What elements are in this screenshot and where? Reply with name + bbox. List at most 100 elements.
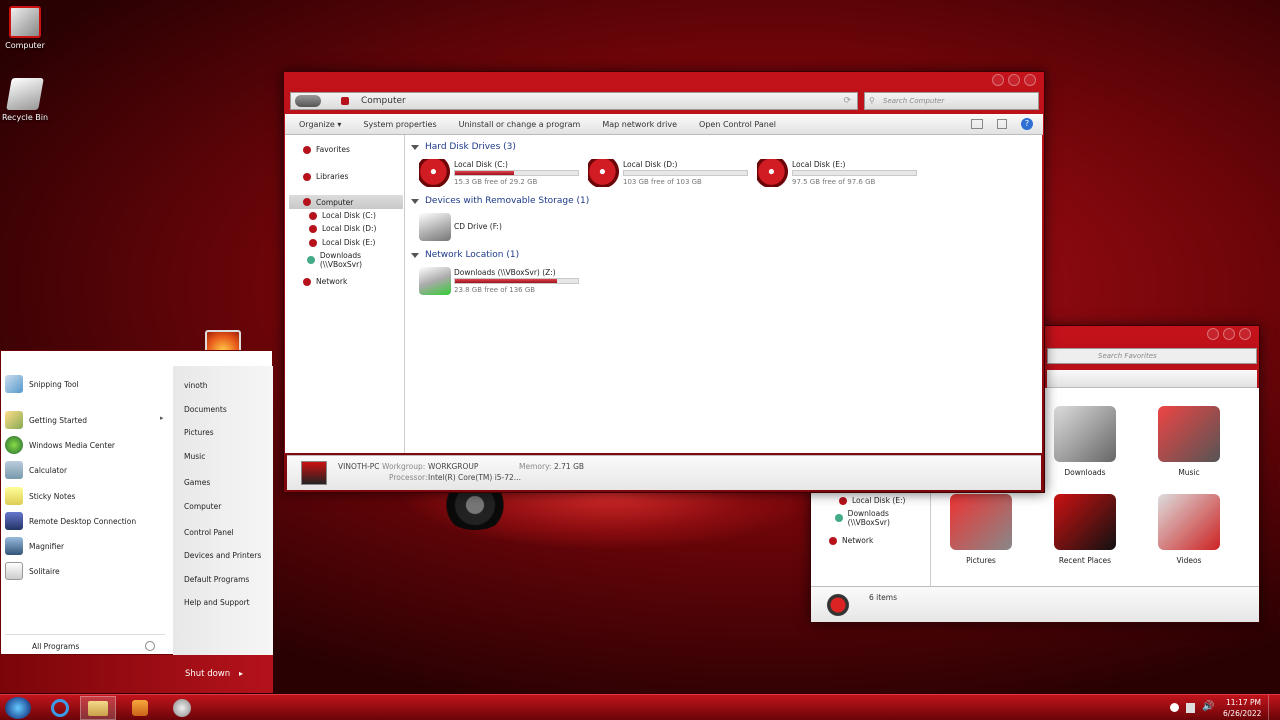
drive-cd-f[interactable]: CD Drive (F:)	[419, 213, 584, 243]
show-desktop-button[interactable]	[1268, 695, 1280, 720]
start-link-default-programs[interactable]: Default Programs	[184, 575, 249, 584]
minimize-button[interactable]	[992, 74, 1004, 86]
close-button[interactable]	[1024, 74, 1036, 86]
processor-value: Intel(R) Core(TM) i5-72...	[428, 473, 521, 482]
tile-music[interactable]: Music	[1149, 406, 1229, 477]
nav-computer[interactable]: Computer	[289, 195, 403, 209]
tray-volume-icon[interactable]: 🔊	[1202, 701, 1214, 712]
group-label: Devices with Removable Storage (1)	[425, 196, 590, 206]
tile-pictures[interactable]: Pictures	[941, 494, 1021, 565]
start-item-label: Windows Media Center	[29, 440, 116, 450]
all-programs-button[interactable]: All Programs	[32, 642, 79, 651]
tile-downloads[interactable]: Downloads	[1045, 406, 1125, 477]
desktop-recycle-bin-icon[interactable]: Recycle Bin	[0, 78, 50, 122]
nav-network[interactable]: Network	[303, 277, 347, 286]
memory-label: Memory:	[519, 462, 552, 471]
tray-flag-icon[interactable]	[1186, 703, 1195, 713]
group-hard-disk-drives[interactable]: Hard Disk Drives (3)	[411, 142, 516, 152]
start-link-control-panel[interactable]: Control Panel	[184, 528, 234, 537]
start-link-devices-printers[interactable]: Devices and Printers	[184, 551, 261, 560]
maximize-button[interactable]	[1223, 328, 1235, 340]
nav-downloads[interactable]: Downloads (\\VBoxSvr)	[307, 251, 404, 269]
back-button[interactable]	[295, 95, 321, 107]
start-link-games[interactable]: Games	[184, 478, 210, 487]
favorites-window-controls	[1207, 328, 1251, 340]
shutdown-arrow-icon[interactable]: ▸	[239, 669, 243, 678]
nav-local-disk-e[interactable]: Local Disk (E:)	[309, 238, 375, 247]
start-button[interactable]	[0, 696, 36, 720]
nav-label: Local Disk (D:)	[322, 224, 377, 233]
cd-drive-icon	[419, 213, 451, 241]
start-link-user[interactable]: vinoth	[184, 381, 208, 390]
drive-name: Local Disk (C:)	[454, 160, 508, 169]
clock-time[interactable]: 11:17 PM	[1226, 698, 1261, 707]
drive-e[interactable]: Local Disk (E:) 97.5 GB free of 97.6 GB	[757, 159, 922, 189]
tile-videos[interactable]: Videos	[1149, 494, 1229, 565]
view-options-icon[interactable]	[971, 119, 983, 129]
tile-label: Music	[1178, 468, 1200, 477]
taskbar-media-player-button[interactable]	[122, 696, 158, 720]
preview-pane-icon[interactable]	[997, 119, 1007, 129]
desktop-computer-icon[interactable]: Computer	[0, 6, 50, 50]
start-item-magnifier[interactable]: Magnifier	[5, 537, 64, 555]
command-bar: Organize ▾ System properties Uninstall o…	[285, 114, 1043, 135]
nav-libraries[interactable]: Libraries	[303, 172, 348, 181]
uninstall-program-button[interactable]: Uninstall or change a program	[459, 120, 581, 129]
close-button[interactable]	[1239, 328, 1251, 340]
group-removable-storage[interactable]: Devices with Removable Storage (1)	[411, 196, 589, 206]
drive-free-space: 15.3 GB free of 29.2 GB	[454, 178, 538, 186]
taskbar-tool-button[interactable]	[164, 696, 200, 720]
group-network-location[interactable]: Network Location (1)	[411, 250, 519, 260]
taskbar-ie-button[interactable]	[42, 696, 78, 720]
start-item-getting-started[interactable]: Getting Started	[5, 411, 87, 429]
nav-local-disk-d[interactable]: Local Disk (D:)	[309, 224, 376, 233]
taskbar-explorer-button[interactable]	[80, 696, 116, 720]
start-link-pictures[interactable]: Pictures	[184, 428, 214, 437]
refresh-icon[interactable]: ⟳	[843, 96, 851, 106]
tile-recent-places[interactable]: Recent Places	[1045, 494, 1125, 565]
pc-name: VINOTH-PC	[338, 462, 380, 471]
start-item-calculator[interactable]: Calculator	[5, 461, 67, 479]
shutdown-button[interactable]: Shut down	[185, 669, 230, 679]
maximize-button[interactable]	[1008, 74, 1020, 86]
map-network-drive-button[interactable]: Map network drive	[602, 120, 677, 129]
favorites-search-input[interactable]: Search Favorites	[1098, 352, 1157, 360]
start-link-documents[interactable]: Documents	[184, 405, 227, 414]
drive-d[interactable]: Local Disk (D:) 103 GB free of 103 GB	[588, 159, 753, 189]
workgroup-label: Workgroup:	[382, 462, 426, 471]
start-link-help-support[interactable]: Help and Support	[184, 598, 250, 607]
start-item-sticky-notes[interactable]: Sticky Notes	[5, 487, 75, 505]
help-icon[interactable]: ?	[1021, 118, 1033, 130]
nav-local-disk-c[interactable]: Local Disk (C:)	[309, 211, 376, 220]
start-item-snipping-tool[interactable]: Snipping Tool	[5, 375, 79, 393]
pc-icon	[301, 461, 327, 485]
nav-favorites[interactable]: Favorites	[303, 145, 350, 154]
clock-date[interactable]: 6/26/2022	[1223, 709, 1261, 718]
tile-label: Pictures	[966, 556, 996, 565]
start-item-remote-desktop[interactable]: Remote Desktop Connection	[5, 512, 136, 530]
address-bar[interactable]: Computer ⟳	[290, 92, 858, 110]
favorites-nav-downloads[interactable]: Downloads (\\VBoxSvr)	[835, 509, 930, 527]
pictures-icon	[950, 494, 1012, 550]
tool-icon	[173, 699, 191, 717]
minimize-button[interactable]	[1207, 328, 1219, 340]
system-properties-button[interactable]: System properties	[363, 120, 436, 129]
favorites-nav-network[interactable]: Network	[829, 536, 873, 545]
drive-network-z[interactable]: Downloads (\\VBoxSvr) (Z:) 23.8 GB free …	[419, 267, 584, 297]
favorites-status-icon	[825, 593, 851, 617]
nav-label: Favorites	[316, 145, 350, 154]
drive-free-space: 103 GB free of 103 GB	[623, 178, 702, 186]
start-item-media-center[interactable]: Windows Media Center	[5, 436, 115, 454]
computer-icon	[303, 198, 311, 206]
start-link-computer[interactable]: Computer	[184, 502, 221, 511]
memory-value: 2.71 GB	[554, 462, 585, 471]
start-link-music[interactable]: Music	[184, 452, 205, 461]
open-control-panel-button[interactable]: Open Control Panel	[699, 120, 776, 129]
favorites-nav-local-disk-e[interactable]: Local Disk (E:)	[839, 496, 905, 505]
tray-arrow-icon[interactable]	[1170, 703, 1179, 712]
search-input[interactable]: Search Computer	[883, 97, 944, 105]
start-item-solitaire[interactable]: Solitaire	[5, 562, 60, 580]
organize-button[interactable]: Organize ▾	[299, 120, 341, 129]
favorites-nav-pane: Local Disk (E:) Downloads (\\VBoxSvr) Ne…	[811, 492, 931, 586]
drive-c[interactable]: Local Disk (C:) 15.3 GB free of 29.2 GB	[419, 159, 584, 189]
